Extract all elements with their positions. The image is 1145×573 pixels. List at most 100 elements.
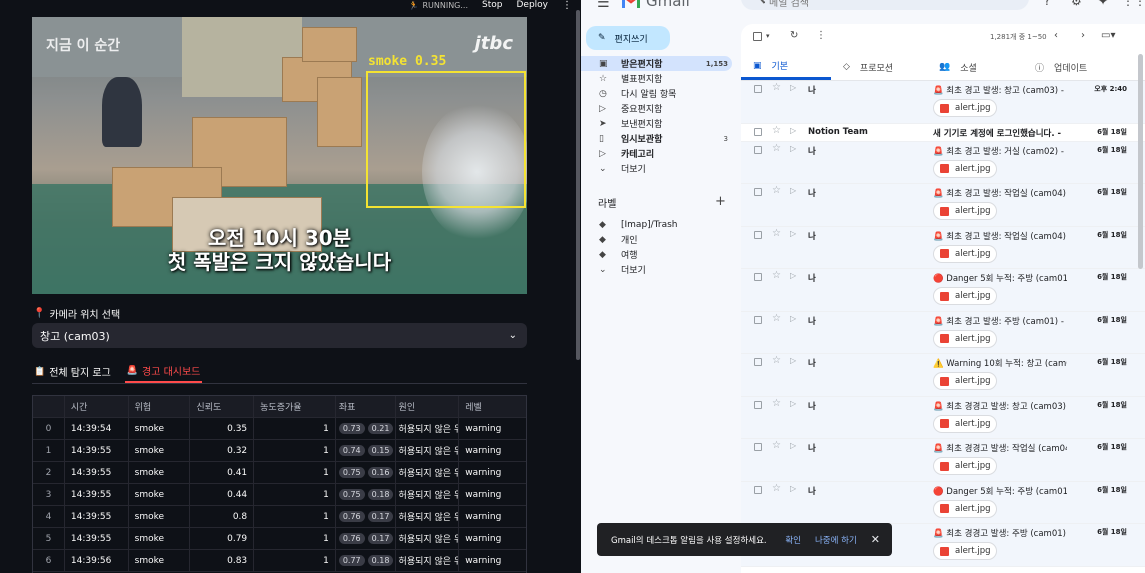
column-header[interactable]: 좌표 [336, 396, 396, 417]
search-icon[interactable]: 🔍 [751, 0, 766, 4]
mail-checkbox[interactable] [754, 145, 762, 154]
mail-row[interactable]: ☆ ▷ 나 🔴 Danger 5회 누적: 주방 (cam01) - 6월 18일 ale… [741, 481, 1145, 524]
mail-row[interactable]: ☆ ▷ 나 🚨 최초 경고 발생: 창고 (cam03) - 오후 2:40 alert.… [741, 81, 1145, 124]
attachment-chip[interactable]: alert.jpg [933, 414, 997, 433]
table-row[interactable]: 4 14:39:55 smoke 0.8 1 0.76 0.17 허용되지 않은 위 warni… [33, 506, 526, 528]
attachment-chip[interactable]: alert.jpg [933, 542, 997, 560]
label-item[interactable]: ◆ 개인 [581, 232, 732, 247]
table-row[interactable]: 1 14:39:55 smoke 0.32 1 0.74 0.15 허용되지 않은 위 warn… [33, 440, 526, 462]
label-item[interactable]: ◆ [Imap]/Trash [581, 217, 732, 232]
stop-button[interactable]: Stop [482, 0, 502, 10]
important-marker-icon[interactable]: ▷ [790, 484, 796, 493]
table-row[interactable]: 6 14:39:56 smoke 0.83 1 0.77 0.18 허용되지 않은 위 warn… [33, 550, 526, 572]
gemini-icon[interactable]: ✦ [1098, 0, 1108, 8]
sidebar-item[interactable]: ▯ 임시보관함 3 [581, 131, 732, 146]
help-icon[interactable]: ? [1044, 0, 1050, 8]
star-icon[interactable]: ☆ [772, 270, 781, 281]
mail-checkbox[interactable] [754, 485, 762, 494]
tab-warning-dashboard[interactable]: 🚨 경고 대시보드 [124, 360, 203, 383]
next-page-icon[interactable]: › [1081, 30, 1085, 41]
mail-row[interactable]: ☆ ▷ 나 🚨 최초 경고 발생: 작업실 (cam04) - 6월 18일 alert.… [741, 226, 1145, 269]
tab-social[interactable]: 👥 소셜 [927, 54, 1023, 80]
search-input[interactable]: 🔍 메일 검색 ☷ [741, 0, 1029, 10]
important-marker-icon[interactable]: ▷ [790, 441, 796, 450]
tab-primary[interactable]: ▣ 기본 [741, 54, 831, 80]
sidebar-item[interactable]: ▷ 중요편지함 [581, 101, 732, 116]
density-icon[interactable]: ▭▾ [1101, 30, 1115, 41]
mail-row[interactable]: ☆ ▷ Notion Team 새 기기로 계정에 로그인했습니다. - 6월 18일 [741, 123, 1145, 142]
column-header[interactable]: 농도증가율 [254, 396, 336, 417]
column-header[interactable]: 원인 [396, 396, 460, 417]
star-icon[interactable]: ☆ [772, 185, 781, 196]
scrollbar[interactable] [1138, 54, 1143, 269]
attachment-chip[interactable]: alert.jpg [933, 99, 997, 117]
star-icon[interactable]: ☆ [772, 398, 781, 409]
attachment-chip[interactable]: alert.jpg [933, 287, 997, 305]
table-row[interactable]: 0 14:39:54 smoke 0.35 1 0.73 0.21 허용되지 않은 위 warn… [33, 418, 526, 440]
attachment-chip[interactable]: alert.jpg [933, 499, 997, 518]
mail-checkbox[interactable] [754, 400, 762, 409]
attachment-chip[interactable]: alert.jpg [933, 244, 997, 263]
camera-select[interactable]: 창고 (cam03) ⌄ [32, 323, 527, 348]
attachment-chip[interactable]: alert.jpg [933, 329, 997, 348]
attachment-chip[interactable]: alert.jpg [933, 457, 997, 475]
mail-row[interactable]: ☆ ▷ 나 🔴 Danger 5회 누적: 주방 (cam01) - 6월 18일 ale… [741, 269, 1145, 312]
mail-checkbox[interactable] [754, 443, 762, 451]
star-icon[interactable]: ☆ [772, 355, 781, 366]
column-header[interactable]: 시간 [65, 396, 129, 417]
table-row[interactable]: 2 14:39:55 smoke 0.41 1 0.75 0.16 허용되지 않은 위 warn… [33, 462, 526, 484]
important-marker-icon[interactable]: ▷ [790, 186, 796, 195]
star-icon[interactable]: ☆ [772, 483, 781, 494]
star-icon[interactable]: ☆ [772, 82, 781, 93]
star-icon[interactable]: ☆ [772, 143, 781, 154]
column-header[interactable]: 신뢰도 [190, 396, 255, 417]
compose-button[interactable]: ✎ 편지쓰기 [586, 26, 670, 50]
mail-checkbox[interactable] [754, 230, 762, 239]
settings-icon[interactable]: ⚙ [1071, 0, 1082, 8]
apps-icon[interactable]: ⋮⋮ [1122, 0, 1145, 8]
star-icon[interactable]: ☆ [772, 125, 781, 136]
column-header[interactable] [33, 396, 65, 417]
mail-row[interactable]: ☆ ▷ 나 🚨 최초 경고 발생: 작업실 (cam04) - 6월 18일 alert.… [741, 184, 1145, 227]
column-header[interactable]: 레벨 [459, 396, 526, 417]
attachment-chip[interactable]: alert.jpg [933, 372, 997, 390]
menu-icon[interactable]: ☰ [597, 0, 610, 11]
sidebar-item[interactable]: ▷ 카테고리 [581, 146, 732, 161]
important-marker-icon[interactable]: ▷ [790, 126, 796, 135]
star-icon[interactable]: ☆ [772, 228, 781, 239]
important-marker-icon[interactable]: ▷ [790, 229, 796, 238]
table-row[interactable]: 5 14:39:55 smoke 0.79 1 0.76 0.17 허용되지 않은 위 warn… [33, 528, 526, 550]
mail-row[interactable]: ☆ ▷ 나 🚨 최초 경경고 발생: 창고 (cam03) - 6월 18일 alert.… [741, 396, 1145, 439]
sidebar-item[interactable]: ☆ 별표편지함 [581, 71, 732, 86]
close-icon[interactable]: ✕ [871, 533, 880, 546]
important-marker-icon[interactable]: ▷ [790, 356, 796, 365]
select-all-checkbox[interactable] [753, 32, 762, 41]
deploy-button[interactable]: Deploy [516, 0, 548, 10]
mail-checkbox[interactable] [754, 188, 762, 196]
snackbar-ok-button[interactable]: 확인 [785, 534, 801, 546]
mail-checkbox[interactable] [754, 127, 762, 136]
mail-row[interactable]: ☆ ▷ 나 ⚠️ Warning 10회 누적: 창고 (cam03) 6월 18일 al… [741, 354, 1145, 397]
label-item[interactable]: ⌄ 더보기 [581, 262, 732, 277]
label-item[interactable]: ◆ 여행 [581, 247, 732, 262]
mail-checkbox[interactable] [754, 85, 762, 93]
select-dropdown-icon[interactable]: ▾ [766, 32, 770, 40]
important-marker-icon[interactable]: ▷ [790, 314, 796, 323]
important-marker-icon[interactable]: ▷ [790, 271, 796, 280]
tab-promotions[interactable]: ◇ 프로모션 [831, 54, 927, 80]
add-label-icon[interactable]: + [715, 194, 726, 209]
mail-checkbox[interactable] [754, 273, 762, 281]
attachment-chip[interactable]: alert.jpg [933, 159, 997, 178]
sidebar-item[interactable]: ➤ 보낸편지함 [581, 116, 732, 131]
star-icon[interactable]: ☆ [772, 440, 781, 451]
important-marker-icon[interactable]: ▷ [790, 399, 796, 408]
sidebar-item[interactable]: ▣ 받은편지함 1,153 [581, 56, 732, 71]
mail-row[interactable]: ☆ ▷ 나 🚨 최초 경고 발생: 주방 (cam01) - 6월 18일 alert.j… [741, 311, 1145, 354]
mail-row[interactable]: ☆ ▷ 나 🚨 최초 경고 발생: 거실 (cam02) - 6월 18일 alert.j… [741, 141, 1145, 184]
mail-checkbox[interactable] [754, 315, 762, 324]
snackbar-later-button[interactable]: 나중에 하기 [815, 534, 857, 546]
more-actions-icon[interactable]: ⋮ [816, 30, 826, 41]
important-marker-icon[interactable]: ▷ [790, 83, 796, 92]
mail-row[interactable]: ☆ ▷ 나 🚨 최초 경경고 발생: 작업실 (cam04) 6월 18일 alert.j… [741, 439, 1145, 482]
tab-full-log[interactable]: 📋 전체 탐지 로그 [32, 360, 113, 383]
